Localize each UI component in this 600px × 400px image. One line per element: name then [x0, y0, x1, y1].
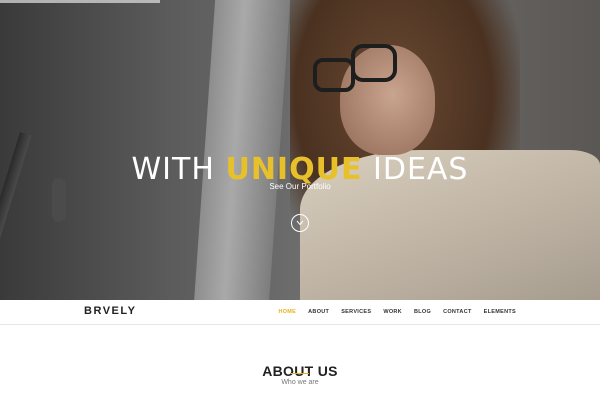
- nav-item-services[interactable]: SERVICES: [341, 309, 371, 315]
- hero-person-glasses-left: [313, 58, 355, 92]
- about-divider: [291, 373, 309, 374]
- nav-item-home[interactable]: HOME: [278, 309, 296, 315]
- hero-banner: WITH UNIQUE IDEAS See Our Portfolio: [0, 0, 600, 300]
- nav-item-elements[interactable]: ELEMENTS: [484, 309, 516, 315]
- nav-item-work[interactable]: WORK: [383, 309, 402, 315]
- nav-menu: HOME ABOUT SERVICES WORK BLOG CONTACT EL…: [266, 300, 516, 324]
- scroll-down-button[interactable]: [291, 214, 309, 232]
- nav-item-contact[interactable]: CONTACT: [443, 309, 472, 315]
- portfolio-link[interactable]: See Our Portfolio: [0, 182, 600, 191]
- about-heading: ABOUT US: [262, 362, 338, 379]
- site-logo[interactable]: BRVELY: [84, 305, 136, 317]
- main-navbar: BRVELY HOME ABOUT SERVICES WORK BLOG CON…: [0, 300, 600, 325]
- nav-item-about[interactable]: ABOUT: [308, 309, 329, 315]
- chevron-down-icon: [296, 220, 304, 226]
- nav-item-blog[interactable]: BLOG: [414, 309, 431, 315]
- about-subheading: Who we are: [281, 379, 319, 386]
- top-progress-bar: [0, 0, 160, 3]
- hero-person-glasses-right: [351, 44, 397, 82]
